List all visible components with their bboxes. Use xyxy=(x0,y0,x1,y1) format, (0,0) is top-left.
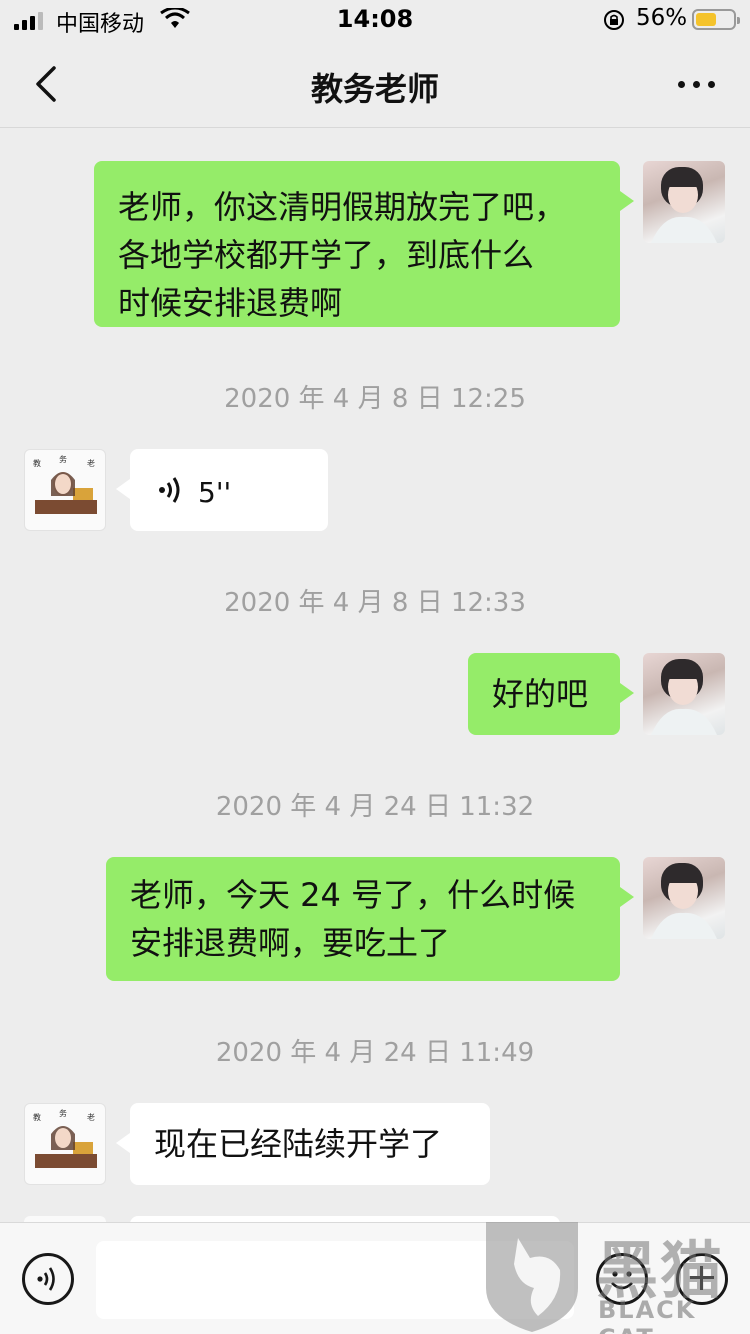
battery-percent: 56% xyxy=(636,5,688,31)
teacher-cartoon-icon: 教 务 老 xyxy=(33,454,97,514)
smile-icon xyxy=(611,1271,633,1290)
status-bar: 中国移动 14:08 56% xyxy=(0,0,750,40)
profile-photo-icon xyxy=(651,167,717,243)
dot-icon xyxy=(692,80,700,88)
message-bubble-sent[interactable]: 好的吧 xyxy=(468,653,634,735)
my-avatar[interactable] xyxy=(643,161,725,243)
message-bubble-sent[interactable]: 老师，你这清明假期放完了吧， 各地学校都开学了，到底什么 时候安排退费啊 xyxy=(94,161,634,327)
dot-icon xyxy=(707,80,715,88)
message-text: 好的吧 xyxy=(492,675,589,713)
profile-photo-icon xyxy=(651,863,717,939)
emoji-button[interactable] xyxy=(596,1253,648,1305)
nav-bar: 教务老师 xyxy=(0,40,750,128)
rotation-lock-icon xyxy=(604,10,624,30)
dot-icon xyxy=(677,80,685,88)
more-functions-button[interactable] xyxy=(676,1253,728,1305)
message-bubble-received[interactable]: 现在已经陆续开学了 xyxy=(116,1103,490,1185)
more-options-button[interactable] xyxy=(668,66,724,102)
message-timestamp: 2020 年 4 月 24 日 11:49 xyxy=(215,1038,535,1068)
message-text: 现在已经陆续开学了 xyxy=(154,1125,443,1163)
my-avatar[interactable] xyxy=(643,857,725,939)
message-input[interactable] xyxy=(96,1241,574,1319)
svg-text:教: 教 xyxy=(33,458,41,468)
battery-icon xyxy=(692,9,740,30)
message-timestamp: 2020 年 4 月 8 日 12:25 xyxy=(224,384,526,414)
message-text: 老师，今天 24 号了，什么时候 安排退费啊，要吃土了 xyxy=(130,876,576,962)
svg-text:务: 务 xyxy=(59,454,67,464)
message-bubble-sent[interactable]: 老师，今天 24 号了，什么时候 安排退费啊，要吃土了 xyxy=(106,857,634,981)
voice-input-button[interactable] xyxy=(22,1253,74,1305)
svg-text:老: 老 xyxy=(87,458,95,468)
input-bar xyxy=(0,1222,750,1334)
message-timestamp: 2020 年 4 月 8 日 12:33 xyxy=(224,588,526,618)
voice-wave-icon xyxy=(159,477,180,503)
message-text: 老师，你这清明假期放完了吧， 各地学校都开学了，到底什么 时候安排退费啊 xyxy=(118,188,567,322)
svg-text:教: 教 xyxy=(33,1112,41,1122)
voice-duration: 5'' xyxy=(198,476,232,509)
message-timestamp: 2020 年 4 月 24 日 11:32 xyxy=(215,792,535,822)
voice-message-bubble[interactable]: 5'' xyxy=(116,449,328,531)
teacher-cartoon-icon: 教 务 老 xyxy=(33,1108,97,1168)
chat-title: 教务老师 xyxy=(310,70,439,108)
svg-text:务: 务 xyxy=(59,1108,67,1118)
voice-wave-icon xyxy=(37,1267,55,1291)
teacher-avatar[interactable]: 教 务 老 xyxy=(24,1103,106,1185)
my-avatar[interactable] xyxy=(643,653,725,735)
teacher-avatar[interactable]: 教 务 老 xyxy=(24,449,106,531)
profile-photo-icon xyxy=(651,659,717,735)
svg-text:老: 老 xyxy=(87,1112,95,1122)
